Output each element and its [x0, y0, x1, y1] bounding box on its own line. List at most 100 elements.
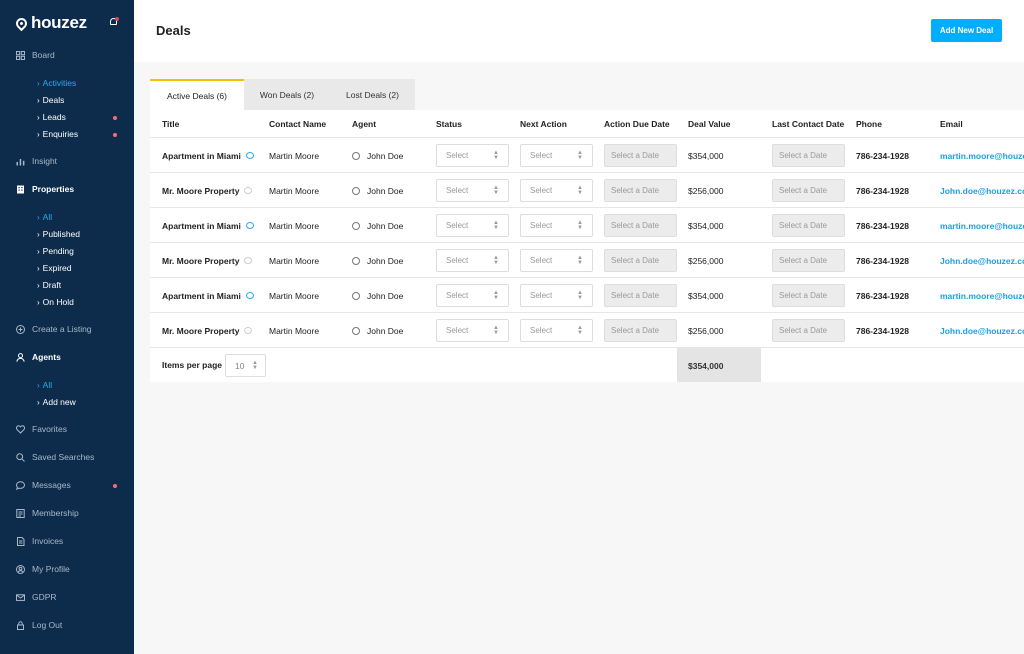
status-select[interactable]: Select ▲ ▼	[436, 284, 509, 307]
nav-saved-searches[interactable]: Saved Searches	[16, 452, 94, 462]
plus-circle-icon	[16, 324, 25, 334]
tab-won-deals[interactable]: Won Deals (2)	[244, 79, 330, 110]
deal-title[interactable]: Mr. Moore Property	[162, 243, 253, 278]
phone[interactable]: 786-234-1928	[856, 243, 909, 278]
chevron-right-icon: ›	[37, 229, 40, 239]
properties-sub-item[interactable]: › All	[37, 212, 52, 222]
properties-sub-item[interactable]: › Pending	[37, 246, 74, 256]
status-select[interactable]: Select ▲ ▼	[436, 179, 509, 202]
nav-properties[interactable]: Properties	[16, 184, 74, 194]
nav-insight[interactable]: Insight	[16, 156, 57, 166]
user-circle-icon	[352, 291, 360, 300]
contact-name: Martin Moore	[269, 255, 320, 266]
email-link[interactable]: martin.moore@houzez	[940, 138, 1024, 173]
notification-bell-icon[interactable]	[109, 17, 119, 27]
column-header: Next Action	[520, 119, 567, 129]
next-action-select[interactable]: Select ▲ ▼	[520, 144, 593, 167]
deal-title[interactable]: Apartment in Miami	[162, 138, 254, 173]
next-action-select[interactable]: Select ▲ ▼	[520, 214, 593, 237]
chevron-right-icon: ›	[37, 78, 40, 88]
deals-table: Title Contact Name Agent Status Next Action A…	[150, 110, 1024, 382]
last-contact-date-picker[interactable]: Select a Date	[772, 319, 845, 342]
nav-membership-label: Membership	[32, 508, 79, 518]
board-sub-item[interactable]: › Enquiries	[37, 129, 78, 139]
chat-bubble-icon[interactable]	[244, 187, 253, 194]
deal-title[interactable]: Mr. Moore Property	[162, 173, 253, 208]
board-sub-item[interactable]: › Activities	[37, 78, 76, 88]
board-sub-item[interactable]: › Leads	[37, 112, 66, 122]
nav-agents[interactable]: Agents	[16, 352, 61, 362]
chat-bubble-icon[interactable]	[245, 292, 254, 299]
action-due-date-picker[interactable]: Select a Date	[604, 179, 677, 202]
add-new-deal-button[interactable]: Add New Deal	[931, 19, 1002, 42]
deal-title-text: Apartment in Miami	[162, 220, 241, 231]
agent-cell: John Doe	[352, 313, 403, 348]
last-contact-date-picker[interactable]: Select a Date	[772, 249, 845, 272]
chat-bubble-icon[interactable]	[244, 327, 253, 334]
email-link[interactable]: John.doe@houzez.co	[940, 313, 1024, 348]
action-due-date-picker[interactable]: Select a Date	[604, 249, 677, 272]
deal-title[interactable]: Apartment in Miami	[162, 208, 254, 243]
phone[interactable]: 786-234-1928	[856, 278, 909, 313]
last-contact-date-picker[interactable]: Select a Date	[772, 144, 845, 167]
bar-chart-icon	[16, 158, 25, 165]
items-per-page-value: 10	[235, 360, 245, 371]
status-select[interactable]: Select ▲ ▼	[436, 319, 509, 342]
last-contact-date-picker[interactable]: Select a Date	[772, 214, 845, 237]
email-link[interactable]: martin.moore@houzez	[940, 278, 1024, 313]
action-due-date-picker[interactable]: Select a Date	[604, 284, 677, 307]
email-link[interactable]: martin.moore@houzez	[940, 208, 1024, 243]
agents-sub-item[interactable]: › Add new	[37, 397, 76, 407]
nav-membership[interactable]: Membership	[16, 508, 79, 518]
next-action-select[interactable]: Select ▲ ▼	[520, 319, 593, 342]
brand-logo[interactable]: houzez	[13, 13, 87, 33]
status-select-placeholder: Select	[446, 186, 469, 195]
up-down-arrows-icon: ▲ ▼	[493, 185, 499, 196]
properties-sub-item[interactable]: › Expired	[37, 263, 72, 273]
chevron-right-icon: ›	[37, 129, 40, 139]
status-select[interactable]: Select ▲ ▼	[436, 249, 509, 272]
chat-bubble-icon[interactable]	[245, 152, 254, 159]
email-link[interactable]: John.doe@houzez.co	[940, 243, 1024, 278]
next-action-select[interactable]: Select ▲ ▼	[520, 284, 593, 307]
last-contact-date-picker[interactable]: Select a Date	[772, 284, 845, 307]
up-down-arrows-icon: ▲ ▼	[577, 150, 583, 161]
up-down-arrows-icon: ▲ ▼	[493, 290, 499, 301]
nav-board[interactable]: Board	[16, 50, 55, 60]
status-select[interactable]: Select ▲ ▼	[436, 144, 509, 167]
nav-gdpr[interactable]: GDPR	[16, 592, 57, 602]
properties-sub-item[interactable]: › Published	[37, 229, 80, 239]
chat-bubble-icon[interactable]	[244, 257, 253, 264]
agents-sub-item[interactable]: › All	[37, 380, 52, 390]
action-due-date-picker[interactable]: Select a Date	[604, 144, 677, 167]
phone[interactable]: 786-234-1928	[856, 313, 909, 348]
deal-title[interactable]: Mr. Moore Property	[162, 313, 253, 348]
action-due-date-picker[interactable]: Select a Date	[604, 214, 677, 237]
properties-sub-item[interactable]: › On Hold	[37, 297, 74, 307]
phone[interactable]: 786-234-1928	[856, 208, 909, 243]
tab-lost-deals[interactable]: Lost Deals (2)	[330, 79, 415, 110]
tab-active-deals[interactable]: Active Deals (6)	[150, 79, 244, 110]
properties-sub-item-label: Expired	[42, 263, 72, 273]
nav-messages[interactable]: Messages	[16, 480, 71, 490]
nav-create-listing[interactable]: Create a Listing	[16, 324, 92, 334]
nav-log-out[interactable]: Log Out	[16, 620, 62, 630]
items-per-page-select[interactable]: 10 ▲ ▼	[225, 354, 266, 377]
action-due-date-picker[interactable]: Select a Date	[604, 319, 677, 342]
next-action-select-placeholder: Select	[530, 291, 553, 300]
nav-my-profile[interactable]: My Profile	[16, 564, 70, 574]
status-select[interactable]: Select ▲ ▼	[436, 214, 509, 237]
next-action-select[interactable]: Select ▲ ▼	[520, 249, 593, 272]
deal-title[interactable]: Apartment in Miami	[162, 278, 254, 313]
email-link[interactable]: John.doe@houzez.co	[940, 173, 1024, 208]
phone[interactable]: 786-234-1928	[856, 138, 909, 173]
chat-bubble-icon[interactable]	[245, 222, 254, 229]
nav-invoices[interactable]: Invoices	[16, 536, 63, 546]
board-sub-item[interactable]: › Deals	[37, 95, 64, 105]
table-row: Apartment in Miami Martin Moore John Doe Se…	[150, 277, 1024, 312]
properties-sub-item[interactable]: › Draft	[37, 280, 61, 290]
next-action-select[interactable]: Select ▲ ▼	[520, 179, 593, 202]
nav-favorites[interactable]: Favorites	[16, 424, 67, 434]
phone[interactable]: 786-234-1928	[856, 173, 909, 208]
last-contact-date-picker[interactable]: Select a Date	[772, 179, 845, 202]
